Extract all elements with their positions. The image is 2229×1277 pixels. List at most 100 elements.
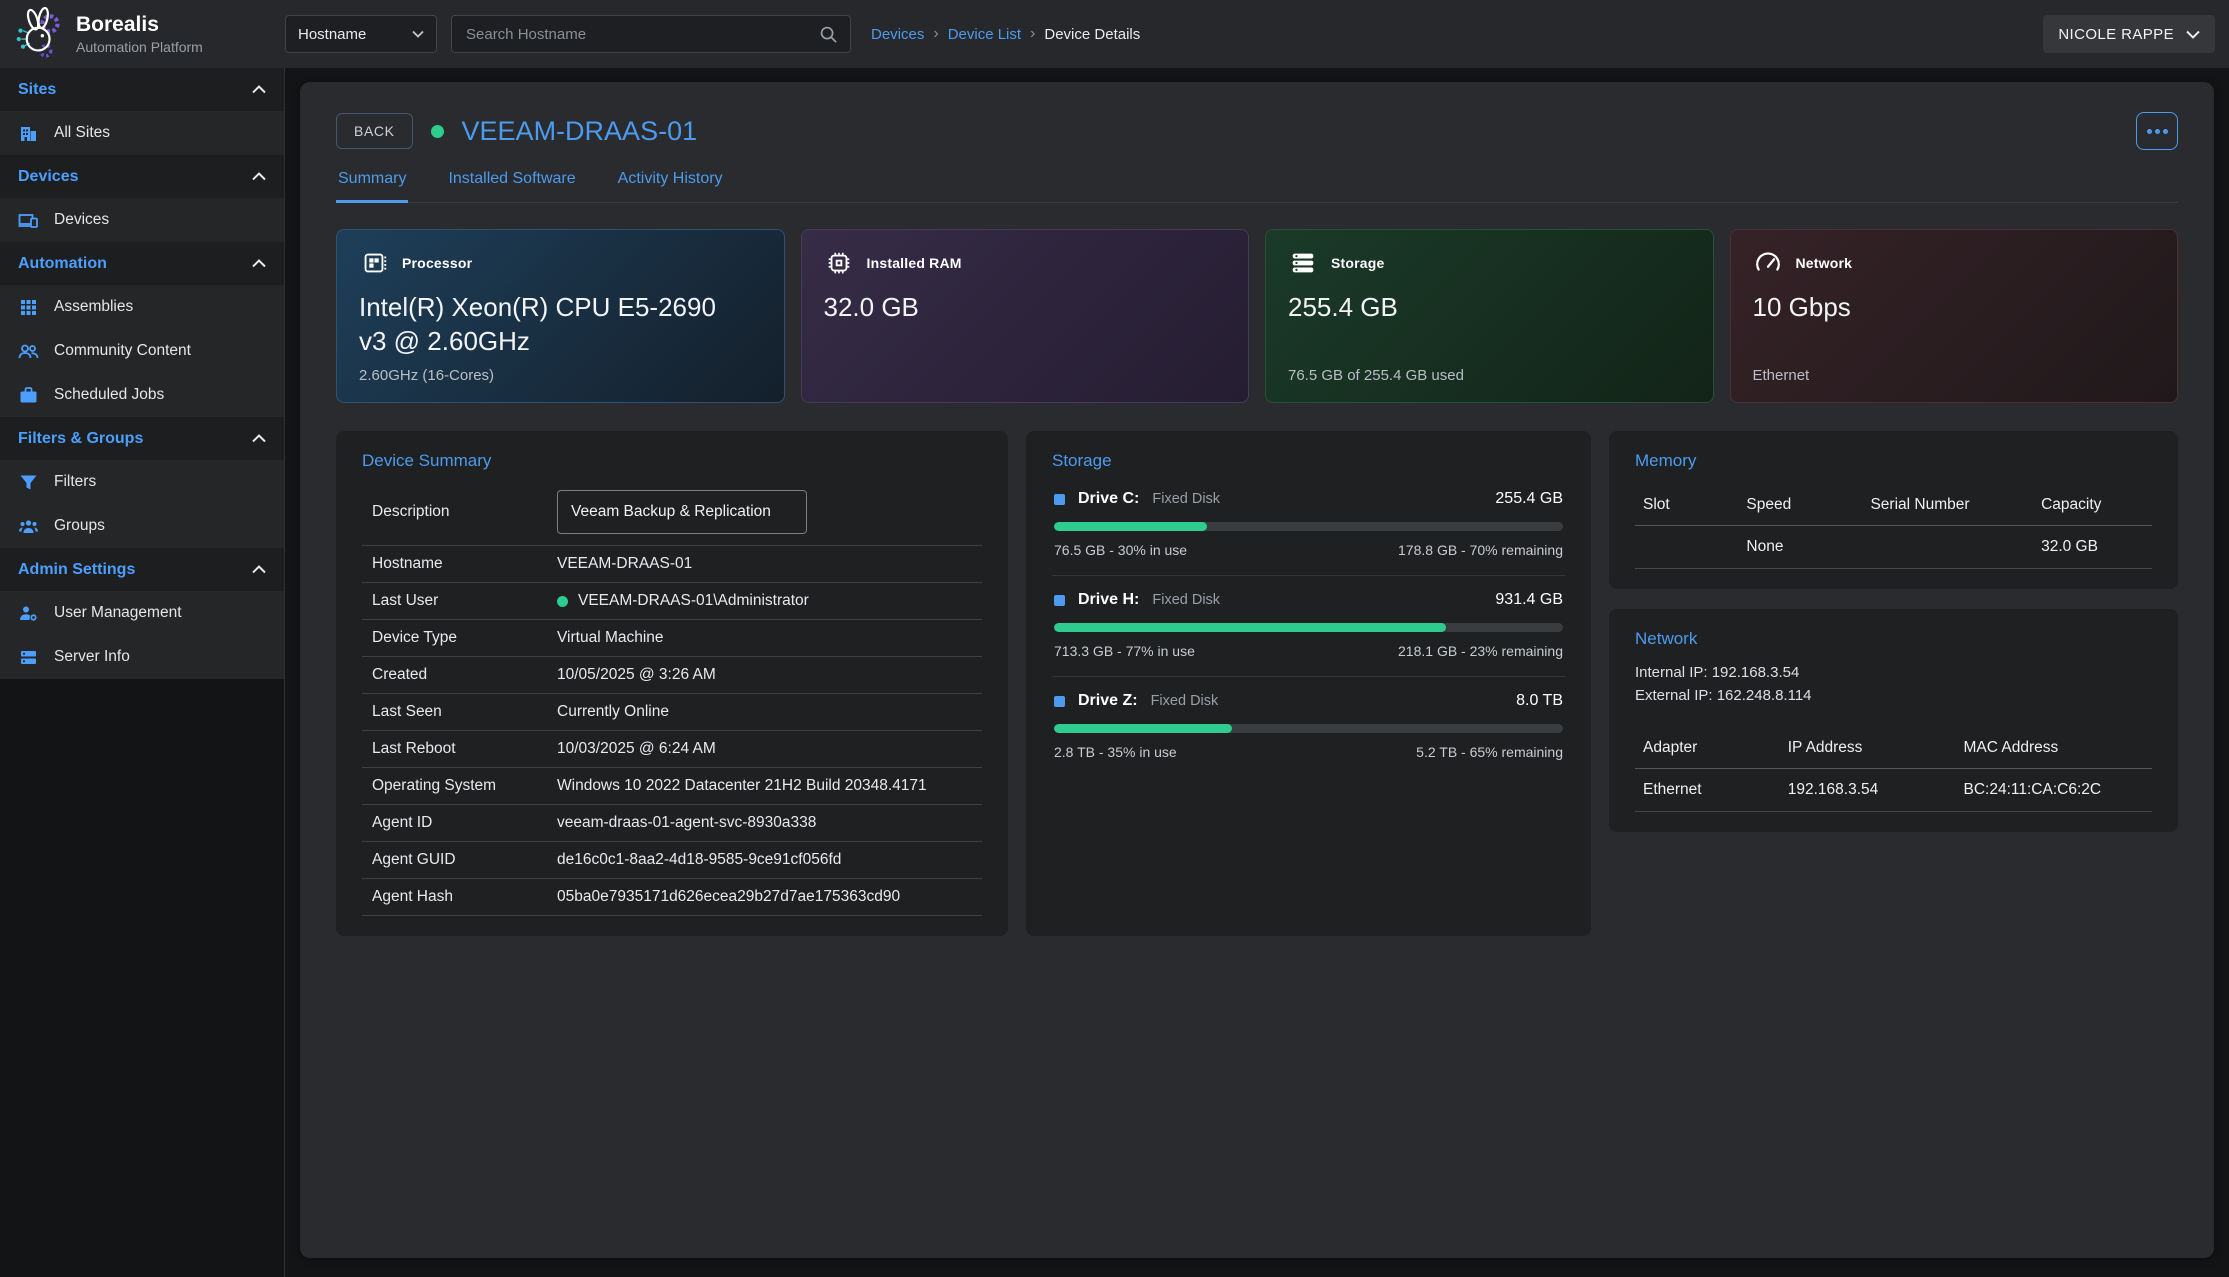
drive-used-label: 2.8 TB - 35% in use (1054, 744, 1177, 760)
installed-ram-value: 32.0 GB (824, 291, 1227, 325)
groups-icon (18, 516, 39, 537)
chevron-up-icon (252, 85, 266, 94)
adapter-mac: BC:24:11:CA:C6:2C (1956, 768, 2152, 811)
sidebar-section-label: Filters & Groups (18, 430, 143, 448)
chevron-up-icon (252, 259, 266, 268)
briefcase-icon (18, 385, 39, 406)
drive-bullet-icon (1054, 696, 1065, 707)
panel-title: Network (1635, 629, 2152, 649)
memory-panel: Memory Slot Speed Serial Number Capacity… (1609, 431, 2178, 589)
row-value: Windows 10 2022 Datacenter 21H2 Build 20… (557, 777, 927, 795)
drive-used-label: 76.5 GB - 30% in use (1054, 542, 1187, 558)
tab-installed-software[interactable]: Installed Software (446, 170, 577, 202)
panel-title: Memory (1635, 451, 2152, 471)
sidebar: Sites All Sites Devices Devices Automati… (0, 68, 285, 1277)
building-icon (18, 123, 39, 144)
sidebar-item-filters[interactable]: Filters (0, 460, 284, 504)
sidebar-item-assemblies[interactable]: Assemblies (0, 285, 284, 329)
brand-text: Borealis Automation Platform (76, 13, 203, 54)
table-row: Last User VEEAM-DRAAS-01\Administrator (362, 583, 982, 620)
row-value: Virtual Machine (557, 629, 664, 647)
storage-stack-icon (1288, 248, 1318, 278)
sidebar-item-scheduled-jobs[interactable]: Scheduled Jobs (0, 373, 284, 417)
sidebar-item-all-sites[interactable]: All Sites (0, 111, 284, 155)
memory-table: Slot Speed Serial Number Capacity None 3… (1635, 485, 2152, 569)
column-header: Adapter (1635, 728, 1780, 769)
tab-bar: Summary Installed Software Activity Hist… (336, 170, 2178, 203)
drive-list: Drive C: Fixed Disk 255.4 GB 76.5 GB - 3… (1052, 475, 1565, 777)
panel-title: Device Summary (362, 451, 982, 471)
device-details-card: BACK VEEAM-DRAAS-01 Summary Installed So… (300, 82, 2214, 1258)
people-icon (18, 341, 39, 362)
stat-card-label: Processor (402, 255, 472, 271)
drive-name: Drive Z: (1078, 692, 1138, 710)
drive-usage-bar (1054, 623, 1563, 632)
sidebar-item-groups[interactable]: Groups (0, 504, 284, 548)
adapter-ip: 192.168.3.54 (1780, 768, 1956, 811)
sidebar-item-community-content[interactable]: Community Content (0, 329, 284, 373)
sidebar-item-server-info[interactable]: Server Info (0, 635, 284, 679)
more-actions-button[interactable] (2136, 112, 2178, 150)
sidebar-item-label: Scheduled Jobs (54, 386, 164, 404)
table-row: Agent ID veeam-draas-01-agent-svc-8930a3… (362, 805, 982, 842)
drive-row: Drive H: Fixed Disk 931.4 GB 713.3 GB - … (1052, 576, 1565, 677)
description-input[interactable] (557, 490, 807, 534)
brand-name: Borealis (76, 13, 203, 36)
last-user-value: VEEAM-DRAAS-01\Administrator (578, 592, 809, 610)
device-online-status-dot (431, 125, 444, 138)
borealis-rabbit-logo-icon (12, 7, 66, 61)
sidebar-section-filters-groups[interactable]: Filters & Groups (0, 417, 284, 460)
network-subtitle: Ethernet (1753, 367, 2156, 384)
stat-card-label: Installed RAM (867, 255, 962, 271)
device-summary-table: Description Hostname VEEAM-DRAAS-01 Last… (362, 479, 982, 916)
sidebar-item-label: Server Info (54, 648, 130, 666)
page-header: BACK VEEAM-DRAAS-01 (336, 112, 2178, 150)
network-card: Network 10 Gbps Ethernet (1730, 229, 2179, 403)
server-icon (18, 647, 39, 668)
processor-card: Processor Intel(R) Xeon(R) CPU E5-2690 v… (336, 229, 785, 403)
row-label: Last Seen (372, 703, 557, 721)
search-input[interactable] (464, 25, 819, 44)
logo-area: Borealis Automation Platform (0, 7, 285, 61)
back-button[interactable]: BACK (336, 113, 413, 149)
sidebar-section-label: Sites (18, 81, 56, 99)
drive-remaining-label: 218.1 GB - 23% remaining (1398, 643, 1563, 659)
sidebar-section-devices[interactable]: Devices (0, 155, 284, 198)
sidebar-section-sites[interactable]: Sites (0, 68, 284, 111)
brand-subtitle: Automation Platform (76, 39, 203, 55)
memory-slot (1635, 526, 1738, 569)
table-row: Ethernet 192.168.3.54 BC:24:11:CA:C6:2C (1635, 768, 2152, 811)
memory-capacity: 32.0 GB (2033, 526, 2152, 569)
sidebar-item-user-management[interactable]: User Management (0, 591, 284, 635)
tab-activity-history[interactable]: Activity History (616, 170, 725, 202)
breadcrumb-current: Device Details (1044, 26, 1140, 43)
row-label: Last User (372, 592, 557, 610)
row-label: Agent Hash (372, 888, 557, 906)
sidebar-item-devices[interactable]: Devices (0, 198, 284, 242)
table-row: Agent Hash 05ba0e7935171d626ecea29b27d7a… (362, 879, 982, 916)
sidebar-item-label: Community Content (54, 342, 191, 360)
drive-usage-fill (1054, 522, 1207, 531)
drive-size: 8.0 TB (1516, 692, 1563, 710)
processor-value: Intel(R) Xeon(R) CPU E5-2690 v3 @ 2.60GH… (359, 291, 762, 359)
breadcrumb-devices[interactable]: Devices (871, 26, 924, 43)
filter-icon (18, 472, 39, 493)
ellipsis-icon (2147, 129, 2168, 134)
tab-summary[interactable]: Summary (336, 170, 408, 203)
detail-panels-grid: Device Summary Description Hostname VEEA… (336, 431, 2178, 936)
breadcrumb-device-list[interactable]: Device List (948, 26, 1021, 43)
user-online-status-dot (557, 596, 568, 607)
search-icon[interactable] (819, 25, 838, 44)
storage-value: 255.4 GB (1288, 291, 1691, 325)
search-field-select[interactable]: Hostname (285, 15, 437, 53)
user-gear-icon (18, 603, 39, 624)
sidebar-section-admin-settings[interactable]: Admin Settings (0, 548, 284, 591)
drive-name: Drive H: (1078, 591, 1139, 609)
user-menu-button[interactable]: NICOLE RAPPE (2043, 15, 2215, 53)
sidebar-item-label: Filters (54, 473, 96, 491)
drive-remaining-label: 5.2 TB - 65% remaining (1416, 744, 1563, 760)
sidebar-section-automation[interactable]: Automation (0, 242, 284, 285)
memory-speed: None (1738, 526, 1862, 569)
sidebar-item-label: User Management (54, 604, 182, 622)
storage-card: Storage 255.4 GB 76.5 GB of 255.4 GB use… (1265, 229, 1714, 403)
